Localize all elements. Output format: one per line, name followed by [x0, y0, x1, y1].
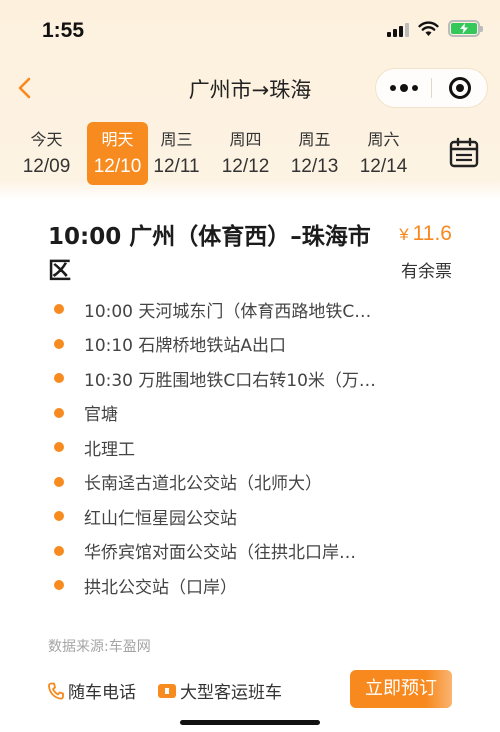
- target-icon: [448, 77, 471, 99]
- home-indicator: [180, 720, 320, 725]
- date-tab-date: 12/12: [221, 156, 270, 177]
- data-source: 数据来源:车盈网: [48, 639, 151, 655]
- date-tab-date: 12/10: [93, 156, 142, 177]
- date-tab-weekday: 周六: [367, 130, 400, 149]
- wifi-icon: [418, 20, 439, 36]
- stop-label: 10:10 石牌桥地铁站A出口: [84, 336, 287, 357]
- date-tab-date: 12/14: [359, 156, 408, 177]
- bus-type-label: 大型客运班车: [180, 683, 282, 703]
- bus-badge-icon: [158, 683, 176, 698]
- signal-icon: [387, 21, 409, 37]
- battery-icon: [448, 20, 483, 37]
- stop-item: 红山仁恒星园公交站: [48, 499, 448, 534]
- stop-item: 10:10 石牌桥地铁站A出口: [48, 327, 448, 362]
- date-tab[interactable]: 周四 12/12: [211, 122, 280, 185]
- stop-dot-icon: [54, 442, 64, 453]
- stop-list: 10:00 天河城东门（体育西路地铁C… 10:10 石牌桥地铁站A出口 10:30…: [48, 292, 448, 603]
- phone-icon: [48, 682, 64, 700]
- status-icons: [387, 20, 483, 37]
- status-time: 1:55: [42, 19, 85, 42]
- stop-dot-icon: [54, 580, 64, 591]
- stop-label: 10:00 天河城东门（体育西路地铁C…: [84, 301, 372, 322]
- driver-phone-button[interactable]: 随车电话: [48, 678, 136, 703]
- stop-dot-icon: [54, 373, 64, 384]
- stop-item: 华侨宾馆对面公交站（往拱北口岸…: [48, 534, 448, 569]
- date-tab-date: 12/11: [153, 156, 200, 177]
- date-selector: 今天 12/09 明天 12/10 周三 12/11 周四 12/12 周五 12/13 周六 12/…: [12, 122, 432, 186]
- date-tab-weekday: 周五: [298, 130, 331, 149]
- mini-program-capsule: [375, 68, 488, 108]
- ticket-availability: 有余票: [401, 262, 452, 282]
- ticket-price: ¥11.6: [399, 222, 452, 246]
- price-value: 11.6: [412, 222, 452, 245]
- date-tab-weekday: 今天: [30, 130, 63, 149]
- stop-dot-icon: [54, 338, 64, 349]
- date-tab-date: 12/13: [290, 156, 339, 177]
- stop-label: 长南迳古道北公交站（北师大）: [84, 474, 322, 495]
- date-tab-weekday: 明天: [101, 130, 134, 149]
- stop-label: 华侨宾馆对面公交站（往拱北口岸…: [84, 543, 356, 564]
- bottom-bar: 随车电话 大型客运班车 立即预订: [0, 664, 500, 716]
- stop-dot-icon: [54, 476, 64, 487]
- date-tab[interactable]: 周五 12/13: [280, 122, 349, 185]
- book-now-button[interactable]: 立即预订: [350, 670, 452, 708]
- bus-type: 大型客运班车: [158, 678, 282, 703]
- status-bar: 1:55: [0, 0, 500, 60]
- stop-label: 拱北公交站（口岸）: [84, 577, 237, 598]
- stop-item: 10:30 万胜围地铁C口右转10米（万…: [48, 361, 448, 396]
- date-tab[interactable]: 周六 12/14: [349, 122, 418, 185]
- stop-dot-icon: [54, 304, 64, 315]
- more-button[interactable]: [376, 69, 431, 107]
- date-tab[interactable]: 明天 12/10: [87, 122, 148, 185]
- date-tab[interactable]: 今天 12/09: [12, 122, 81, 185]
- more-dots-icon: [389, 85, 396, 91]
- stop-label: 北理工: [84, 439, 135, 460]
- calendar-button[interactable]: [448, 137, 480, 169]
- stop-label: 官塘: [84, 405, 118, 426]
- stop-item: 10:00 天河城东门（体育西路地铁C…: [48, 292, 448, 327]
- nav-bar: 广州市→珠海: [0, 60, 500, 116]
- stop-dot-icon: [54, 407, 64, 418]
- stop-dot-icon: [54, 545, 64, 556]
- stop-item: 官塘: [48, 396, 448, 431]
- date-tab-weekday: 周三: [160, 130, 193, 149]
- date-tab-date: 12/09: [22, 156, 71, 177]
- close-mini-program-button[interactable]: [432, 69, 487, 107]
- date-tab-weekday: 周四: [229, 130, 262, 149]
- stop-item: 北理工: [48, 430, 448, 465]
- stop-label: 10:30 万胜围地铁C口右转10米（万…: [84, 370, 376, 391]
- stop-item: 长南迳古道北公交站（北师大）: [48, 465, 448, 500]
- stop-dot-icon: [54, 511, 64, 522]
- driver-phone-label: 随车电话: [68, 683, 136, 703]
- calendar-icon: [449, 137, 479, 168]
- route-title: 10:00 广州（体育西）–珠海市区: [48, 224, 371, 284]
- stop-item: 拱北公交站（口岸）: [48, 568, 448, 603]
- stop-label: 红山仁恒星园公交站: [84, 508, 237, 529]
- date-tab[interactable]: 周三 12/11: [142, 122, 211, 185]
- currency-symbol: ¥: [399, 225, 409, 244]
